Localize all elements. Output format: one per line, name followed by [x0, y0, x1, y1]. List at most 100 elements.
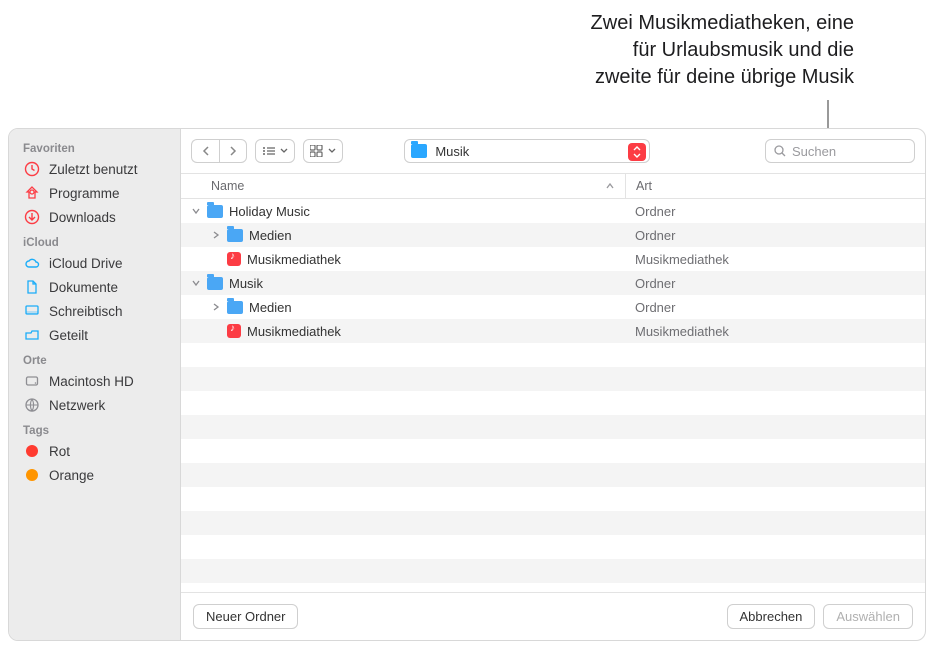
annotation-line: zweite für deine übrige Musik: [591, 64, 854, 91]
sidebar-section-label: iCloud: [9, 229, 180, 251]
file-name: Medien: [249, 228, 292, 243]
sidebar-item-label: Schreibtisch: [49, 304, 123, 319]
sidebar-item[interactable]: Zuletzt benutzt: [9, 157, 180, 181]
disclosure-triangle[interactable]: [211, 231, 221, 239]
sidebar-section-label: Tags: [9, 417, 180, 439]
empty-row: [181, 487, 925, 511]
sidebar-item[interactable]: Programme: [9, 181, 180, 205]
updown-icon: [628, 143, 646, 161]
dot-icon: [23, 442, 41, 460]
shared-icon: [23, 326, 41, 344]
sidebar-item-label: Macintosh HD: [49, 374, 134, 389]
sidebar-item[interactable]: Macintosh HD: [9, 369, 180, 393]
group-icon: [310, 145, 324, 157]
sidebar-item-label: Rot: [49, 444, 70, 459]
view-list-button[interactable]: [255, 139, 295, 163]
new-folder-button[interactable]: Neuer Ordner: [193, 604, 298, 629]
nav-buttons: [191, 139, 247, 163]
sidebar-item-label: Zuletzt benutzt: [49, 162, 138, 177]
search-input[interactable]: Suchen: [765, 139, 915, 163]
search-icon: [774, 145, 786, 157]
sidebar-item-label: Downloads: [49, 210, 116, 225]
annotation-callout: Zwei Musikmediatheken, eine für Urlaubsm…: [591, 10, 854, 91]
search-placeholder: Suchen: [792, 144, 836, 159]
file-row[interactable]: Musikmediathek Musikmediathek: [181, 319, 925, 343]
sidebar-item-label: iCloud Drive: [49, 256, 123, 271]
disclosure-triangle[interactable]: [191, 279, 201, 287]
file-row[interactable]: Medien Ordner: [181, 223, 925, 247]
clock-icon: [23, 160, 41, 178]
file-list[interactable]: Holiday Music Ordner Medien Ordner Musikmedi…: [181, 199, 925, 592]
empty-row: [181, 535, 925, 559]
folder-icon: [227, 301, 243, 314]
file-row[interactable]: Medien Ordner: [181, 295, 925, 319]
file-name: Musikmediathek: [247, 252, 341, 267]
sidebar-item[interactable]: iCloud Drive: [9, 251, 180, 275]
empty-row: [181, 439, 925, 463]
file-name: Holiday Music: [229, 204, 310, 219]
forward-button[interactable]: [219, 139, 247, 163]
sidebar-item-label: Programme: [49, 186, 120, 201]
dot-icon: [23, 466, 41, 484]
folder-icon: [207, 205, 223, 218]
chevron-down-icon: [328, 148, 336, 154]
empty-row: [181, 367, 925, 391]
disk-icon: [23, 372, 41, 390]
sidebar-item[interactable]: Rot: [9, 439, 180, 463]
column-kind[interactable]: Art: [625, 174, 925, 198]
column-headers: Name Art: [181, 173, 925, 199]
sidebar-item[interactable]: Downloads: [9, 205, 180, 229]
sidebar-item[interactable]: Netzwerk: [9, 393, 180, 417]
download-icon: [23, 208, 41, 226]
cloud-icon: [23, 254, 41, 272]
sidebar-item-label: Netzwerk: [49, 398, 105, 413]
sidebar-item[interactable]: Orange: [9, 463, 180, 487]
empty-row: [181, 415, 925, 439]
sidebar-item[interactable]: Geteilt: [9, 323, 180, 347]
file-row[interactable]: Holiday Music Ordner: [181, 199, 925, 223]
sort-asc-icon: [605, 182, 615, 190]
cancel-button[interactable]: Abbrechen: [727, 604, 816, 629]
empty-row: [181, 559, 925, 583]
file-kind: Musikmediathek: [625, 252, 925, 267]
toolbar: Musik Suchen: [181, 129, 925, 173]
empty-row: [181, 391, 925, 415]
file-row[interactable]: MusikOrdner: [181, 271, 925, 295]
folder-icon: [227, 229, 243, 242]
folder-icon: [411, 144, 427, 158]
globe-icon: [23, 396, 41, 414]
file-kind: Ordner: [625, 300, 925, 315]
music-library-icon: [227, 324, 241, 338]
sidebar-section-label: Orte: [9, 347, 180, 369]
file-kind: Ordner: [625, 204, 925, 219]
choose-button[interactable]: Auswählen: [823, 604, 913, 629]
sidebar-section-label: Favoriten: [9, 135, 180, 157]
group-button[interactable]: [303, 139, 343, 163]
file-name: Musikmediathek: [247, 324, 341, 339]
sidebar-item-label: Geteilt: [49, 328, 88, 343]
path-label: Musik: [435, 144, 469, 159]
music-library-icon: [227, 252, 241, 266]
back-button[interactable]: [191, 139, 219, 163]
file-kind: Ordner: [625, 228, 925, 243]
empty-row: [181, 343, 925, 367]
annotation-line: für Urlaubsmusik und die: [591, 37, 854, 64]
desktop-icon: [23, 302, 41, 320]
empty-row: [181, 511, 925, 535]
folder-icon: [207, 277, 223, 290]
file-kind: Ordner: [625, 276, 925, 291]
path-dropdown[interactable]: Musik: [404, 139, 650, 163]
annotation-line: Zwei Musikmediatheken, eine: [591, 10, 854, 37]
disclosure-triangle[interactable]: [191, 207, 201, 215]
column-name[interactable]: Name: [181, 174, 625, 198]
main-pane: Musik Suchen Name Art: [181, 129, 925, 640]
doc-icon: [23, 278, 41, 296]
file-kind: Musikmediathek: [625, 324, 925, 339]
chevron-down-icon: [280, 148, 288, 154]
sidebar-item[interactable]: Dokumente: [9, 275, 180, 299]
file-row[interactable]: Musikmediathek Musikmediathek: [181, 247, 925, 271]
list-icon: [262, 146, 276, 156]
disclosure-triangle[interactable]: [211, 303, 221, 311]
file-name: Medien: [249, 300, 292, 315]
sidebar-item[interactable]: Schreibtisch: [9, 299, 180, 323]
